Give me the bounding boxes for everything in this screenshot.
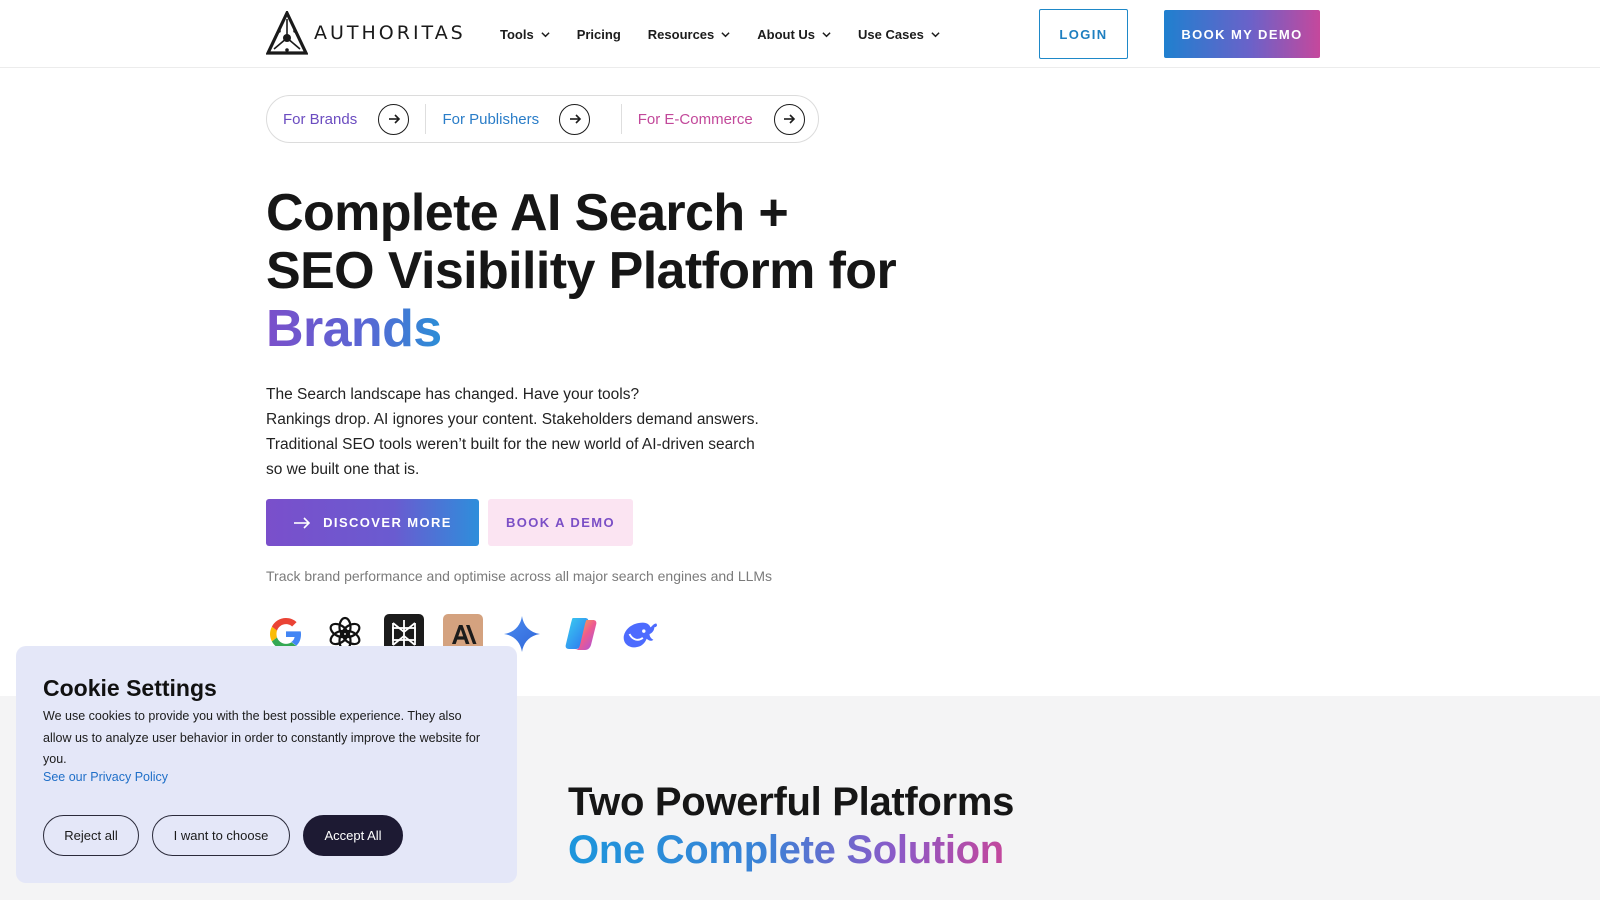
cookie-title: Cookie Settings [43, 675, 217, 701]
book-a-demo-button[interactable]: BOOK A DEMO [488, 499, 633, 546]
audience-for-publishers[interactable]: For Publishers [426, 96, 620, 142]
arrow-right-icon [378, 103, 410, 135]
hero-description: The Search landscape has changed. Have y… [266, 382, 826, 482]
main-nav: Tools Pricing Resources About Us Use Cas… [500, 22, 967, 46]
site-header: AUTHORITAS Tools Pricing Resources About… [0, 0, 1600, 68]
logo[interactable]: AUTHORITAS [266, 11, 466, 55]
hero-title-line: SEO Visibility Platform for [266, 242, 897, 300]
discover-more-label: DISCOVER MORE [323, 515, 452, 530]
book-my-demo-button[interactable]: BOOK MY DEMO [1164, 10, 1320, 58]
login-button[interactable]: LOGIN [1039, 9, 1128, 59]
nav-label: Use Cases [858, 26, 924, 42]
track-caption: Track brand performance and optimise acr… [266, 568, 773, 584]
chevron-down-icon [541, 31, 550, 37]
nav-tools[interactable]: Tools [500, 22, 550, 46]
audience-label: For E-Commerce [637, 110, 753, 128]
accept-all-button[interactable]: Accept All [303, 815, 403, 856]
platforms-subtitle: One Complete Solution [568, 828, 1004, 872]
chevron-down-icon [822, 31, 831, 37]
nav-resources[interactable]: Resources [648, 22, 730, 46]
nav-label: Pricing [576, 26, 621, 42]
audience-label: For Brands [283, 110, 358, 128]
hero-description-line: so we built one that is. [266, 461, 420, 478]
nav-about-us[interactable]: About Us [757, 22, 831, 46]
arrow-right-icon [773, 103, 805, 135]
chevron-down-icon [931, 31, 940, 37]
hero-description-line: Rankings drop. AI ignores your content. … [266, 411, 759, 428]
discover-more-button[interactable]: DISCOVER MORE [266, 499, 479, 546]
audience-selector: For Brands For Publishers For E-Commerce [266, 95, 819, 143]
chevron-down-icon [721, 31, 730, 37]
cookie-settings-dialog: Cookie Settings We use cookies to provid… [16, 646, 517, 883]
nav-pricing[interactable]: Pricing [577, 22, 621, 46]
hero-title-line: Complete AI Search + [266, 184, 789, 242]
privacy-policy-link[interactable]: See our Privacy Policy [43, 770, 168, 784]
hero-title-accent: Brands [266, 300, 442, 358]
nav-label: Resources [647, 26, 715, 42]
arrow-right-icon [294, 516, 311, 529]
nav-use-cases[interactable]: Use Cases [858, 22, 940, 46]
deepseek-logo-icon [620, 614, 660, 654]
authoritas-logo-icon [266, 11, 308, 55]
platforms-title: Two Powerful Platforms [568, 780, 1015, 824]
hero-description-line: Traditional SEO tools weren’t built for … [266, 436, 755, 453]
hero-description-line: The Search landscape has changed. Have y… [266, 386, 640, 403]
audience-for-ecommerce[interactable]: For E-Commerce [622, 96, 818, 142]
audience-for-brands[interactable]: For Brands [267, 96, 425, 142]
hero-title: Complete AI Search + SEO Visibility Plat… [266, 184, 966, 358]
nav-label: About Us [757, 26, 816, 42]
nav-label: Tools [500, 26, 534, 42]
arrow-right-icon [559, 103, 591, 135]
audience-label: For Publishers [442, 110, 540, 128]
cookie-description: We use cookies to provide you with the b… [43, 709, 481, 766]
reject-all-button[interactable]: Reject all [43, 815, 139, 856]
choose-cookies-button[interactable]: I want to choose [152, 815, 290, 856]
copilot-logo-icon [561, 614, 601, 654]
logo-text: AUTHORITAS [314, 22, 466, 44]
